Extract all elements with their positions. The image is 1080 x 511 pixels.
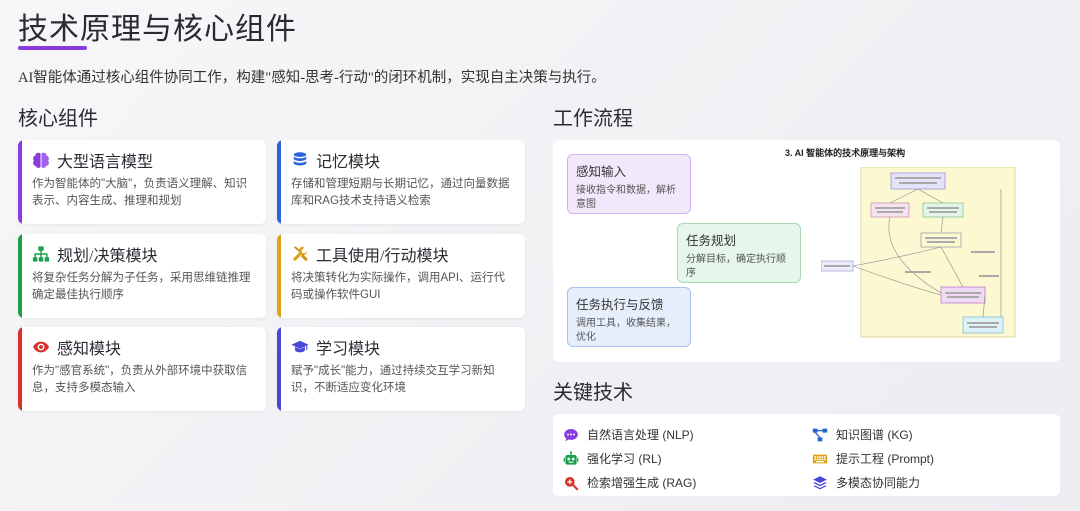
key-tech-label: 多模态协同能力 [836,476,921,490]
key-tech-item: 多模态协同能力 [812,474,920,491]
architecture-diagram [821,167,1016,338]
card-title: 工具使用/行动模块 [316,248,449,265]
key-tech-item: 提示工程 (Prompt) [812,450,934,467]
step-desc: 接收指令和数据，解析意图 [576,185,676,210]
card-title: 大型语言模型 [57,154,154,171]
database-icon [291,151,309,169]
step-title: 任务规划 [686,234,737,248]
sitemap-icon [32,245,50,263]
keyboard-icon [812,451,828,467]
step-title: 感知输入 [576,165,627,179]
step-title: 任务执行与反馈 [576,298,664,312]
card-title: 感知模块 [57,341,122,358]
key-tech-label: 强化学习 (RL) [587,452,662,466]
workflow-step-perception: 感知输入 接收指令和数据，解析意图 [567,154,691,214]
workflow-step-execution: 任务执行与反馈 调用工具，收集结果，优化 [567,287,691,347]
card-desc: 存储和管理短期与长期记忆，通过向量数据库和RAG技术支持语义检索 [291,178,510,207]
brain-icon [32,151,50,169]
key-tech-label: 检索增强生成 (RAG) [587,476,697,490]
card-desc: 赋予"成长"能力，通过持续交互学习新知识，不断适应变化环境 [291,365,495,394]
card-title: 记忆模块 [316,154,381,171]
workflow-heading: 工作流程 [553,108,633,130]
card-learning: 学习模块 赋予"成长"能力，通过持续交互学习新知识，不断适应变化环境 [277,327,525,411]
card-desc: 作为"感官系统"，负责从外部环境中获取信息，支持多模态输入 [32,365,248,394]
key-tech-label: 知识图谱 (KG) [836,428,913,442]
card-title: 学习模块 [316,341,381,358]
graduation-cap-icon [291,338,309,356]
card-perception: 感知模块 作为"感官系统"，负责从外部环境中获取信息，支持多模态输入 [18,327,266,411]
key-tech-item: 自然语言处理 (NLP) [563,426,694,443]
page-intro: AI智能体通过核心组件协同工作，构建"感知-思考-行动"的闭环机制，实现自主决策… [18,70,606,86]
layer-group-icon [812,475,828,491]
project-diagram-icon [812,427,828,443]
workflow-step-planning: 任务规划 分解目标，确定执行顺序 [677,223,801,283]
card-tools: 工具使用/行动模块 将决策转化为实际操作，调用API、运行代码或操作软件GUI [277,234,525,318]
key-tech-label: 自然语言处理 (NLP) [587,428,694,442]
title-underline [18,46,87,50]
eye-icon [32,338,50,356]
card-desc: 将决策转化为实际操作，调用API、运行代码或操作软件GUI [291,272,506,301]
key-tech-item: 检索增强生成 (RAG) [563,474,696,491]
tools-icon [291,245,309,263]
components-heading: 核心组件 [18,108,98,130]
workflow-panel: 感知输入 接收指令和数据，解析意图 任务规划 分解目标，确定执行顺序 任务执行与… [553,140,1060,362]
card-desc: 作为智能体的"大脑"，负责语义理解、知识表示、内容生成、推理和规划 [32,178,248,207]
card-desc: 将复杂任务分解为子任务，采用思维链推理确定最佳执行顺序 [32,272,251,301]
page-title: 技术原理与核心组件 [18,13,297,46]
key-tech-item: 知识图谱 (KG) [812,426,913,443]
architecture-title: 3. AI 智能体的技术原理与架构 [785,148,906,158]
card-llm: 大型语言模型 作为智能体的"大脑"，负责语义理解、知识表示、内容生成、推理和规划 [18,140,266,224]
card-title: 规划/决策模块 [57,248,158,265]
key-tech-item: 强化学习 (RL) [563,450,662,467]
key-tech-panel: 自然语言处理 (NLP) 知识图谱 (KG) 强化学习 (RL) 提示工程 (P… [553,414,1060,496]
search-plus-icon [563,475,579,491]
key-tech-heading: 关键技术 [553,382,633,404]
card-memory: 记忆模块 存储和管理短期与长期记忆，通过向量数据库和RAG技术支持语义检索 [277,140,525,224]
card-planning: 规划/决策模块 将复杂任务分解为子任务，采用思维链推理确定最佳执行顺序 [18,234,266,318]
key-tech-label: 提示工程 (Prompt) [836,452,935,466]
comment-dots-icon [563,427,579,443]
step-desc: 调用工具，收集结果，优化 [576,318,676,343]
robot-icon [563,450,579,467]
step-desc: 分解目标，确定执行顺序 [686,254,786,279]
